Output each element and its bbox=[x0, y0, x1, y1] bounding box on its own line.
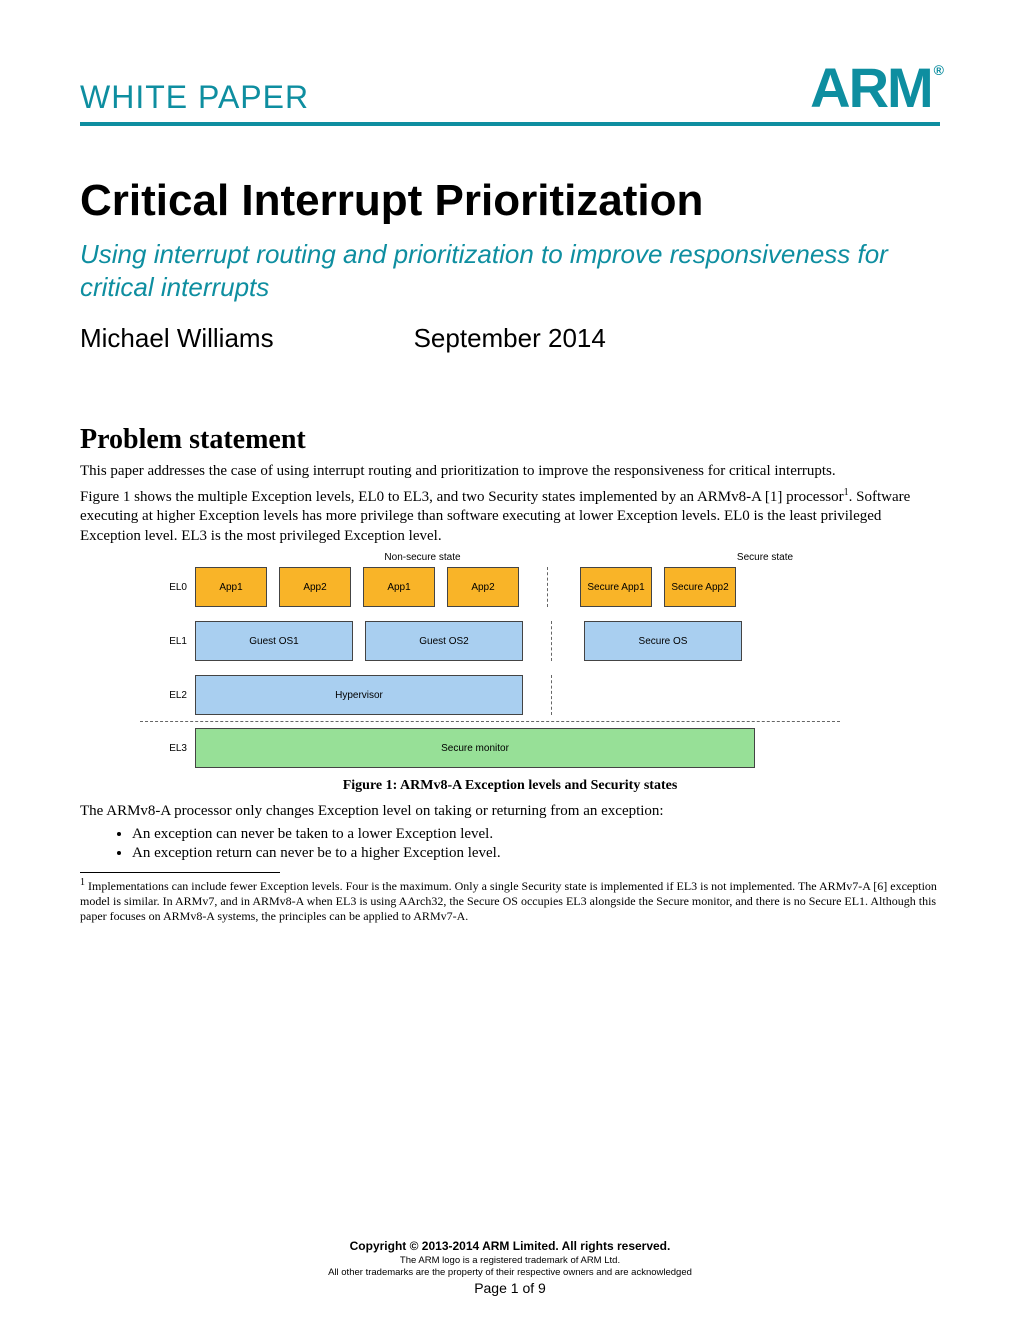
section-heading: Problem statement bbox=[80, 424, 940, 456]
text: Figure 1 shows the multiple Exception le… bbox=[80, 489, 844, 505]
logo-text: ARM bbox=[810, 56, 932, 119]
app-box: App2 bbox=[279, 567, 351, 607]
secure-label: Secure state bbox=[650, 552, 880, 563]
copyright: Copyright © 2013-2014 ARM Limited. All r… bbox=[80, 1239, 940, 1253]
trademark-line: The ARM logo is a registered trademark o… bbox=[80, 1255, 940, 1266]
row-label-el3: EL3 bbox=[140, 728, 195, 768]
nonsecure-group: Guest OS1 Guest OS2 bbox=[195, 621, 552, 661]
figure-1: Non-secure state Secure state EL0 App1 A… bbox=[80, 552, 940, 768]
diagram-grid: EL0 App1 App2 App1 App2 Secure App1 Secu… bbox=[140, 567, 900, 715]
app-box: App2 bbox=[447, 567, 519, 607]
paragraph: This paper addresses the case of using i… bbox=[80, 462, 940, 482]
trademark-line: All other trademarks are the property of… bbox=[80, 1267, 940, 1278]
figure-caption: Figure 1: ARMv8-A Exception levels and S… bbox=[80, 778, 940, 794]
footnote-text: Implementations can include fewer Except… bbox=[80, 879, 937, 923]
el0-row: App1 App2 App1 App2 Secure App1 Secure A… bbox=[195, 567, 900, 607]
header: WHITE PAPER ARM® bbox=[80, 60, 940, 126]
diagram-grid-el3: EL3 Secure monitor bbox=[140, 728, 900, 768]
author: Michael Williams bbox=[80, 323, 274, 354]
byline: Michael Williams September 2014 bbox=[80, 323, 940, 354]
guest-os-box: Guest OS1 bbox=[195, 621, 353, 661]
footnote-separator bbox=[80, 872, 280, 873]
state-labels: Non-secure state Secure state bbox=[195, 552, 955, 563]
nonsecure-label: Non-secure state bbox=[195, 552, 650, 563]
doctype-label: WHITE PAPER bbox=[80, 79, 309, 116]
arm-logo: ARM® bbox=[810, 60, 940, 116]
page-number: Page 1 of 9 bbox=[80, 1280, 940, 1296]
list-item: An exception return can never be to a hi… bbox=[132, 845, 940, 862]
subtitle: Using interrupt routing and prioritizati… bbox=[80, 238, 940, 303]
row-label-el1: EL1 bbox=[140, 621, 195, 661]
secure-app-box: Secure App2 bbox=[664, 567, 736, 607]
footer: Copyright © 2013-2014 ARM Limited. All r… bbox=[80, 1239, 940, 1296]
horizontal-divider bbox=[140, 721, 840, 722]
row-label-el2: EL2 bbox=[140, 675, 195, 715]
el2-row: Hypervisor bbox=[195, 675, 900, 715]
bullet-list: An exception can never be taken to a low… bbox=[80, 826, 940, 862]
guest-os-box: Guest OS2 bbox=[365, 621, 523, 661]
nonsecure-group: App1 App2 App1 App2 bbox=[195, 567, 548, 607]
el3-row: Secure monitor bbox=[195, 728, 900, 768]
secure-group: Secure App1 Secure App2 bbox=[580, 567, 736, 607]
el1-row: Guest OS1 Guest OS2 Secure OS bbox=[195, 621, 900, 661]
page-title: Critical Interrupt Prioritization bbox=[80, 176, 940, 226]
row-label-el0: EL0 bbox=[140, 567, 195, 607]
secure-os-box: Secure OS bbox=[584, 621, 742, 661]
app-box: App1 bbox=[363, 567, 435, 607]
registered-icon: ® bbox=[934, 62, 942, 78]
secure-app-box: Secure App1 bbox=[580, 567, 652, 607]
app-box: App1 bbox=[195, 567, 267, 607]
paragraph: Figure 1 shows the multiple Exception le… bbox=[80, 486, 940, 547]
paragraph: The ARMv8-A processor only changes Excep… bbox=[80, 802, 940, 822]
page: WHITE PAPER ARM® Critical Interrupt Prio… bbox=[0, 0, 1020, 1320]
hypervisor-box: Hypervisor bbox=[195, 675, 523, 715]
secure-monitor-box: Secure monitor bbox=[195, 728, 755, 768]
list-item: An exception can never be taken to a low… bbox=[132, 826, 940, 843]
date: September 2014 bbox=[414, 323, 606, 354]
nonsecure-group: Hypervisor bbox=[195, 675, 552, 715]
footnote: 1 Implementations can include fewer Exce… bbox=[80, 877, 940, 924]
